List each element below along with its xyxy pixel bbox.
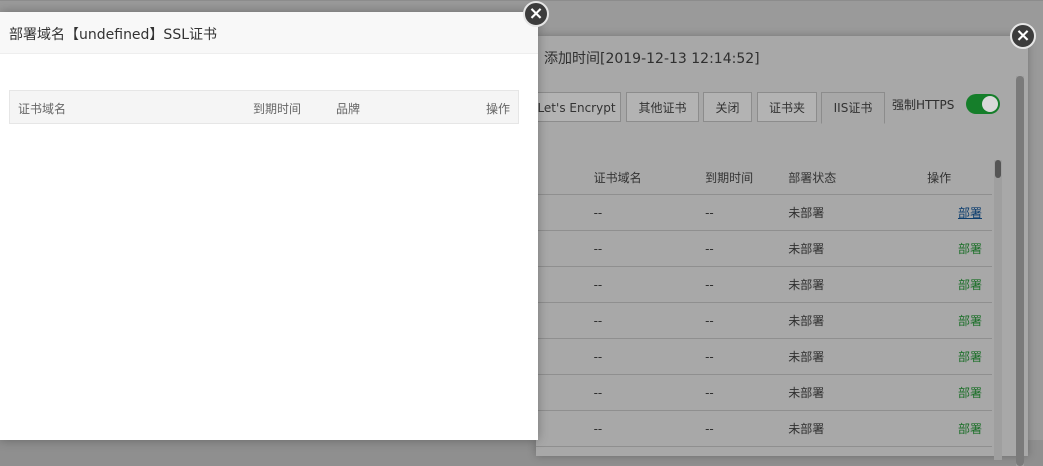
cell-status: 未部署 <box>787 302 927 339</box>
table-row: -- -- 未部署 部署 <box>536 302 992 339</box>
deploy-link[interactable]: 部署 <box>958 350 982 364</box>
table-row: -- -- 未部署 部署 <box>536 194 992 231</box>
cell-action: 部署 <box>926 266 992 303</box>
cell-status: 未部署 <box>787 410 927 447</box>
cell-status: 未部署 <box>787 266 927 303</box>
header-spacer <box>536 160 593 195</box>
table-row: -- -- 未部署 部署 <box>536 410 992 447</box>
tab-lets-encrypt[interactable]: Let's Encrypt <box>532 92 621 122</box>
header-action: 操作 <box>486 102 511 116</box>
cell-domain: -- <box>592 374 705 411</box>
dialog-title: 部署域名【undefined】SSL证书 <box>9 27 218 43</box>
cell-expire: -- <box>704 338 788 375</box>
header-cert-domain: 证书域名 <box>592 160 705 195</box>
cell-domain: -- <box>592 194 705 231</box>
cell-status: 未部署 <box>787 230 927 267</box>
dialog-title: 添加时间[2019-12-13 12:14:52] <box>544 51 760 67</box>
cell-expire: -- <box>704 374 788 411</box>
close-icon[interactable]: × <box>523 1 549 27</box>
table-scrollbar[interactable] <box>994 160 1002 460</box>
force-https-toggle[interactable] <box>966 94 1000 114</box>
cell-action: 部署 <box>926 230 992 267</box>
cell-action: 部署 <box>926 302 992 339</box>
deploy-link[interactable]: 部署 <box>958 386 982 400</box>
tab-cert-folder[interactable]: 证书夹 <box>757 92 817 122</box>
header-expire-time: 到期时间 <box>253 102 302 116</box>
ssl-config-dialog: 添加时间[2019-12-13 12:14:52] Let's Encrypt … <box>532 36 1028 466</box>
header-brand: 品牌 <box>336 102 361 116</box>
dialog-header: 部署域名【undefined】SSL证书 <box>0 12 538 54</box>
dialog-scrollbar-thumb[interactable] <box>1016 76 1024 466</box>
row-spacer <box>536 338 593 375</box>
header-expire-time: 到期时间 <box>704 160 788 195</box>
cell-status: 未部署 <box>787 374 927 411</box>
deploy-link[interactable]: 部署 <box>958 242 982 256</box>
close-icon[interactable]: × <box>1010 23 1036 49</box>
tab-close-ssl[interactable]: 关闭 <box>703 92 752 122</box>
row-spacer <box>536 410 593 447</box>
cell-domain: -- <box>592 230 705 267</box>
cell-status: 未部署 <box>787 194 927 231</box>
cell-domain: -- <box>592 338 705 375</box>
cell-expire: -- <box>704 410 788 447</box>
table-row: -- -- 未部署 部署 <box>536 374 992 411</box>
cell-action: 部署 <box>926 410 992 447</box>
cert-list-table-header: 证书域名 到期时间 品牌 操作 <box>9 90 519 124</box>
cell-expire: -- <box>704 230 788 267</box>
cell-expire: -- <box>704 266 788 303</box>
toggle-knob <box>982 96 998 112</box>
header-cert-domain: 证书域名 <box>18 102 67 116</box>
force-https-label: 强制HTTPS <box>892 98 955 112</box>
table-row: -- -- 未部署 部署 <box>536 230 992 267</box>
scrollbar-thumb[interactable] <box>995 160 1001 178</box>
cell-domain: -- <box>592 302 705 339</box>
row-spacer <box>536 374 593 411</box>
row-spacer <box>536 194 593 231</box>
cell-expire: -- <box>704 302 788 339</box>
deploy-link[interactable]: 部署 <box>958 422 982 436</box>
cell-domain: -- <box>592 410 705 447</box>
cell-action: 部署 <box>926 338 992 375</box>
header-action: 操作 <box>926 160 992 195</box>
dialog-scrollbar[interactable] <box>1016 76 1024 466</box>
iis-cert-table: 证书域名 到期时间 部署状态 操作 -- -- 未部署 部署 -- -- 未部署… <box>536 160 992 447</box>
cell-action: 部署 <box>926 194 992 231</box>
cell-action: 部署 <box>926 374 992 411</box>
cell-domain: -- <box>592 266 705 303</box>
deploy-link[interactable]: 部署 <box>958 314 982 328</box>
deploy-link[interactable]: 部署 <box>958 206 982 220</box>
table-header-row: 证书域名 到期时间 部署状态 操作 <box>536 160 992 195</box>
cell-status: 未部署 <box>787 338 927 375</box>
row-spacer <box>536 302 593 339</box>
row-spacer <box>536 266 593 303</box>
tab-iis-cert[interactable]: IIS证书 <box>821 92 885 124</box>
table-row: -- -- 未部署 部署 <box>536 266 992 303</box>
cell-expire: -- <box>704 194 788 231</box>
tab-other-certs[interactable]: 其他证书 <box>626 92 699 122</box>
table-row: -- -- 未部署 部署 <box>536 338 992 375</box>
row-spacer <box>536 230 593 267</box>
header-deploy-status: 部署状态 <box>787 160 927 195</box>
deploy-ssl-dialog: 部署域名【undefined】SSL证书 证书域名 到期时间 品牌 操作 <box>0 12 538 440</box>
deploy-link[interactable]: 部署 <box>958 278 982 292</box>
